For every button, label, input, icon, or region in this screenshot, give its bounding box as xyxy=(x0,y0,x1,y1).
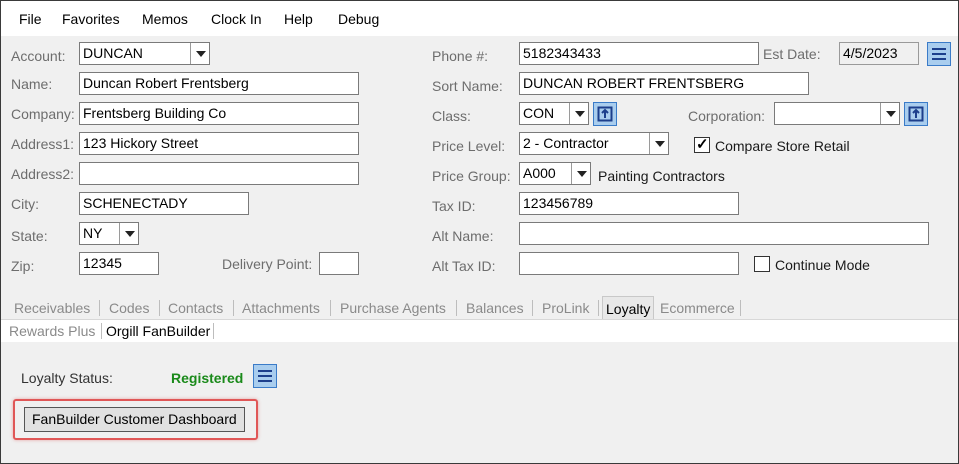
lookup-icon xyxy=(908,106,924,122)
delivery-point-field[interactable] xyxy=(319,252,359,275)
class-lookup-button[interactable] xyxy=(593,102,617,126)
list-icon xyxy=(258,370,272,382)
loyalty-status-value: Registered xyxy=(171,370,244,386)
name-field[interactable]: Duncan Robert Frentsberg xyxy=(79,72,359,95)
continue-mode-label: Continue Mode xyxy=(775,257,870,273)
account-label: Account: xyxy=(11,48,66,64)
menu-help[interactable]: Help xyxy=(284,11,313,27)
tab-prolink[interactable]: ProLink xyxy=(542,300,589,316)
tab-codes[interactable]: Codes xyxy=(109,300,149,316)
app-window: File Favorites Memos Clock In Help Debug… xyxy=(0,0,959,464)
menu-file[interactable]: File xyxy=(19,11,42,27)
tax-id-label: Tax ID: xyxy=(432,198,476,214)
price-level-value: 2 - Contractor xyxy=(523,135,609,151)
class-value: CON xyxy=(523,105,555,121)
loyalty-panel: Loyalty Status: Registered FanBuilder Cu… xyxy=(1,342,958,463)
tab-separator xyxy=(330,300,331,316)
menu-memos[interactable]: Memos xyxy=(142,11,188,27)
tab-separator xyxy=(740,300,741,316)
address2-field[interactable] xyxy=(79,162,359,185)
main-tab-bar: Receivables Codes Contacts Attachments P… xyxy=(1,296,958,320)
corporation-label: Corporation: xyxy=(688,108,766,124)
fanbuilder-dashboard-button[interactable]: FanBuilder Customer Dashboard xyxy=(24,407,245,432)
tab-ecommerce[interactable]: Ecommerce xyxy=(660,300,735,316)
address2-label: Address2: xyxy=(11,166,75,182)
account-value: DUNCAN xyxy=(83,45,143,61)
tab-separator xyxy=(99,300,100,316)
sort-name-field[interactable]: DUNCAN ROBERT FRENTSBERG xyxy=(519,72,809,95)
zip-label: Zip: xyxy=(11,258,35,274)
checkmark-icon: ✓ xyxy=(696,136,709,153)
est-date-field: 4/5/2023 xyxy=(839,42,919,65)
phone-label: Phone #: xyxy=(432,48,489,64)
tab-separator xyxy=(213,323,214,339)
dropdown-arrow-icon[interactable] xyxy=(571,163,590,184)
class-label: Class: xyxy=(432,108,471,124)
zip-field[interactable]: 12345 xyxy=(79,252,159,275)
loyalty-subtab-bar: Rewards Plus Orgill FanBuilder xyxy=(1,320,958,342)
menu-debug[interactable]: Debug xyxy=(338,11,379,27)
dropdown-arrow-icon[interactable] xyxy=(880,103,899,124)
city-field[interactable]: SCHENECTADY xyxy=(79,192,249,215)
city-label: City: xyxy=(11,196,39,212)
account-combo[interactable]: DUNCAN xyxy=(79,42,210,65)
tab-loyalty[interactable]: Loyalty xyxy=(602,296,655,319)
address1-field[interactable]: 123 Hickory Street xyxy=(79,132,359,155)
phone-field[interactable]: 5182343433 xyxy=(519,42,759,65)
corporation-lookup-button[interactable] xyxy=(904,102,928,126)
alt-name-field[interactable] xyxy=(519,222,929,245)
alt-name-label: Alt Name: xyxy=(432,228,494,244)
dropdown-arrow-icon[interactable] xyxy=(649,133,668,154)
corporation-combo[interactable] xyxy=(774,102,900,125)
customer-form: Account: DUNCAN Name: Duncan Robert Fren… xyxy=(1,36,958,296)
address1-label: Address1: xyxy=(11,136,75,152)
price-group-value: A000 xyxy=(523,165,556,181)
loyalty-status-list-button[interactable] xyxy=(253,364,277,388)
class-combo[interactable]: CON xyxy=(519,102,589,125)
tab-separator xyxy=(532,300,533,316)
alt-tax-id-field[interactable] xyxy=(519,252,739,275)
tab-separator xyxy=(233,300,234,316)
price-group-combo[interactable]: A000 xyxy=(519,162,591,185)
name-label: Name: xyxy=(11,76,53,92)
company-label: Company: xyxy=(11,106,75,122)
tab-separator xyxy=(598,300,599,316)
subtab-rewards-plus[interactable]: Rewards Plus xyxy=(9,323,95,339)
dropdown-arrow-icon[interactable] xyxy=(569,103,588,124)
tab-separator xyxy=(159,300,160,316)
est-date-list-button[interactable] xyxy=(927,42,951,66)
tab-contacts[interactable]: Contacts xyxy=(168,300,223,316)
alt-tax-id-label: Alt Tax ID: xyxy=(432,258,496,274)
tab-separator xyxy=(101,323,102,339)
est-date-label: Est Date: xyxy=(763,46,821,62)
menu-favorites[interactable]: Favorites xyxy=(62,11,120,27)
tab-purchase-agents[interactable]: Purchase Agents xyxy=(340,300,446,316)
price-level-combo[interactable]: 2 - Contractor xyxy=(519,132,669,155)
delivery-point-label: Delivery Point: xyxy=(222,256,313,272)
dropdown-arrow-icon[interactable] xyxy=(190,43,209,64)
menu-clock-in[interactable]: Clock In xyxy=(211,11,262,27)
subtab-orgill-fanbuilder[interactable]: Orgill FanBuilder xyxy=(106,323,210,339)
list-icon xyxy=(932,48,946,60)
sort-name-label: Sort Name: xyxy=(432,78,503,94)
compare-store-retail-label: Compare Store Retail xyxy=(715,138,850,154)
menu-bar: File Favorites Memos Clock In Help Debug xyxy=(1,1,958,36)
tax-id-field[interactable]: 123456789 xyxy=(519,192,739,215)
lookup-icon xyxy=(597,106,613,122)
tab-balances[interactable]: Balances xyxy=(466,300,524,316)
state-value: NY xyxy=(83,225,103,241)
state-label: State: xyxy=(11,228,48,244)
tab-attachments[interactable]: Attachments xyxy=(242,300,320,316)
dropdown-arrow-icon[interactable] xyxy=(119,223,138,244)
continue-mode-checkbox[interactable] xyxy=(754,256,770,272)
tab-separator xyxy=(456,300,457,316)
price-group-description: Painting Contractors xyxy=(598,168,725,184)
price-level-label: Price Level: xyxy=(432,138,506,154)
tab-receivables[interactable]: Receivables xyxy=(14,300,90,316)
compare-store-retail-checkbox[interactable]: ✓ xyxy=(694,136,710,153)
price-group-label: Price Group: xyxy=(432,168,511,184)
company-field[interactable]: Frentsberg Building Co xyxy=(79,102,359,125)
loyalty-status-label: Loyalty Status: xyxy=(21,370,113,386)
state-combo[interactable]: NY xyxy=(79,222,139,245)
